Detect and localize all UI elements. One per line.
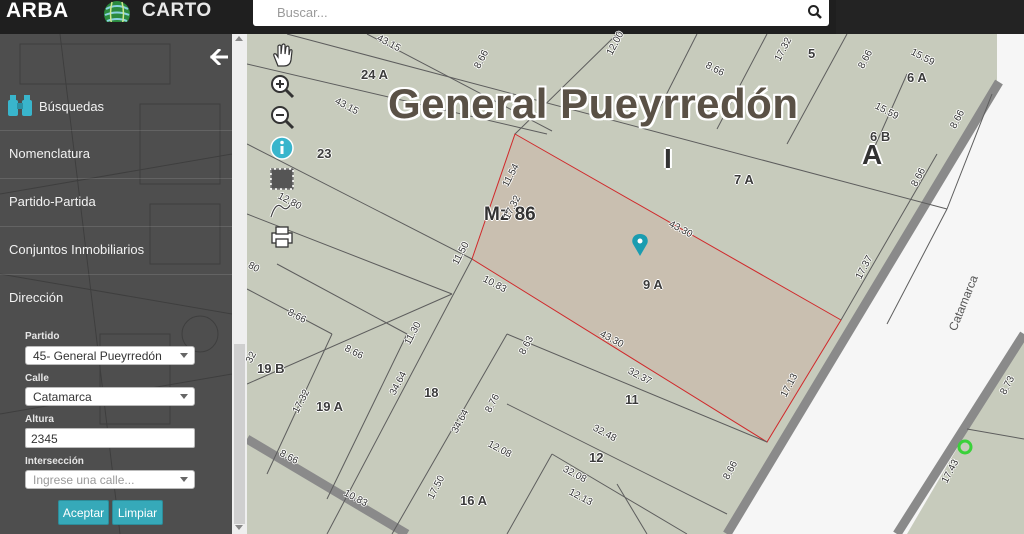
sidebar-item-busquedas[interactable]: Búsquedas — [0, 83, 232, 131]
altura-input[interactable]: 2345 — [25, 428, 195, 448]
sidebar-scrollbar[interactable] — [232, 34, 247, 534]
chevron-down-icon — [180, 477, 188, 482]
lot-label: 23 — [317, 146, 332, 161]
direccion-form: Partido 45- General Pueyrredón Calle Cat… — [0, 324, 232, 534]
search-icon[interactable] — [807, 4, 823, 20]
chevron-down-icon — [180, 394, 188, 399]
sidebar-item-conjuntos-inmobiliarios[interactable]: Conjuntos Inmobiliarios — [0, 227, 232, 275]
partido-select[interactable]: 45- General Pueyrredón — [25, 346, 195, 365]
lot-label: 7 A — [734, 172, 754, 187]
limpiar-button[interactable]: Limpiar — [112, 500, 163, 525]
partido-title: General Pueyrredón — [388, 80, 799, 127]
calle-label: Calle — [25, 373, 49, 384]
carto-wordmark: CARTO — [142, 0, 212, 21]
lot-label: 18 — [424, 385, 439, 400]
aceptar-button[interactable]: Aceptar — [58, 500, 109, 525]
collapse-sidebar-arrow-icon[interactable] — [210, 49, 228, 65]
top-bar: ARBA CARTO — [0, 0, 1024, 34]
altura-label: Altura — [25, 414, 54, 425]
lot-label: 12 — [589, 450, 604, 465]
select-area-icon[interactable] — [268, 166, 296, 192]
sidebar-item-nomenclatura[interactable]: Nomenclatura — [0, 131, 232, 179]
lot-label: 24 A — [361, 67, 388, 82]
header-right-area — [836, 0, 1024, 34]
chevron-down-icon — [180, 353, 188, 358]
lot-label: 11 — [625, 392, 639, 407]
sidebar: Búsquedas Nomenclatura Partido-Partida C… — [0, 34, 232, 534]
sidebar-item-label: Búsquedas — [39, 99, 105, 114]
sidebar-item-partido-partida[interactable]: Partido-Partida — [0, 179, 232, 227]
sidebar-item-direccion[interactable]: Dirección — [0, 275, 232, 322]
lot-label: 5 — [808, 46, 816, 61]
lot-label: 19 A — [316, 399, 343, 414]
zoom-out-icon[interactable] — [268, 104, 296, 130]
pan-hand-icon[interactable] — [268, 42, 296, 68]
calle-select[interactable]: Catamarca — [25, 387, 195, 406]
search-box — [253, 0, 829, 26]
section-letter-i: I — [664, 143, 672, 174]
interseccion-select[interactable]: Ingrese una calle... — [25, 470, 195, 489]
arba-logo[interactable]: ARBA — [6, 0, 69, 23]
map-toolbar — [268, 42, 298, 254]
scroll-down-arrow-icon[interactable] — [235, 525, 243, 530]
interseccion-placeholder: Ingrese una calle... — [33, 473, 135, 487]
scroll-up-arrow-icon[interactable] — [235, 36, 243, 41]
sidebar-item-label: Conjuntos Inmobiliarios — [9, 242, 145, 257]
lot-label: 6 B — [870, 129, 891, 144]
search-input[interactable] — [253, 0, 817, 24]
partido-label: Partido — [25, 331, 60, 342]
lot-label: 19 B — [257, 361, 285, 376]
zoom-in-icon[interactable] — [268, 73, 296, 99]
lot-label: 6 A — [907, 70, 927, 85]
scroll-thumb[interactable] — [234, 344, 245, 524]
interseccion-label: Intersección — [25, 456, 84, 467]
sidebar-item-label: Partido-Partida — [9, 194, 96, 209]
calle-select-value: Catamarca — [33, 390, 92, 404]
sidebar-item-label: Nomenclatura — [9, 146, 90, 161]
carto-globe-icon — [100, 1, 134, 28]
lot-label: 9 A — [643, 277, 663, 292]
info-icon[interactable] — [268, 135, 296, 161]
sidebar-item-label: Dirección — [9, 290, 64, 305]
binoculars-icon — [8, 95, 32, 116]
print-icon[interactable] — [268, 224, 296, 250]
lot-label: 16 A — [460, 493, 487, 508]
partido-select-value: 45- General Pueyrredón — [33, 349, 162, 363]
